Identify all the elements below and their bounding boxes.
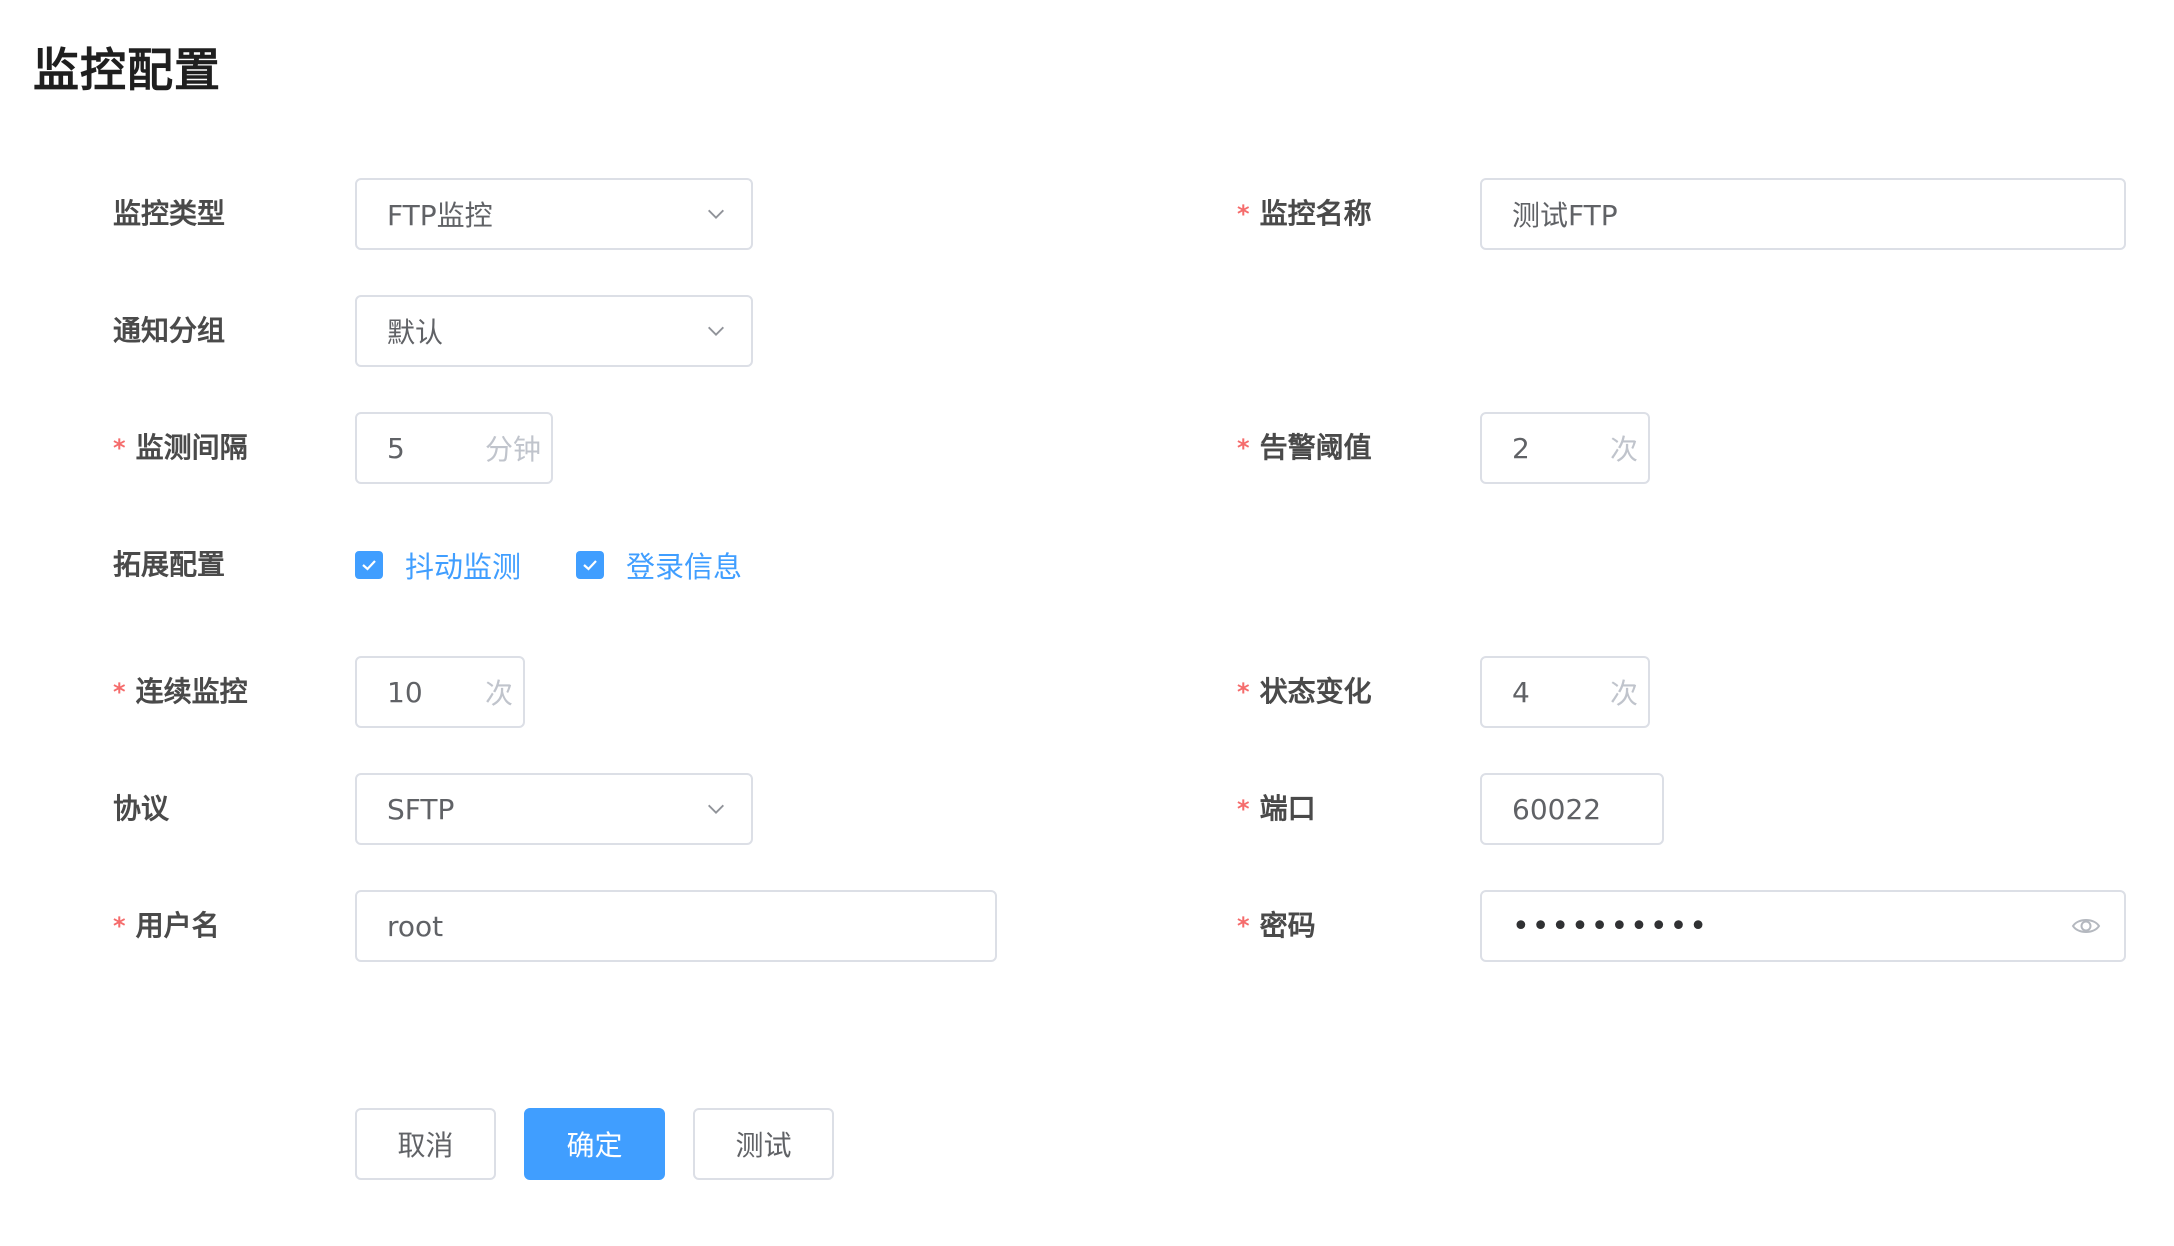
chevron-down-icon <box>708 804 724 814</box>
jitter-monitor-checkbox[interactable]: 抖动监测 <box>355 545 521 585</box>
alert-threshold-label: * 告警阈值 <box>1237 428 1372 468</box>
monitor-name-label: * 监控名称 <box>1237 194 1372 234</box>
required-mark: * <box>1237 678 1250 706</box>
notify-group-value: 默认 <box>387 316 444 349</box>
port-input[interactable]: 60022 <box>1480 773 1664 845</box>
alert-threshold-unit: 次 <box>1609 433 1638 466</box>
state-change-unit: 次 <box>1609 677 1638 710</box>
cancel-button[interactable]: 取消 <box>355 1108 496 1180</box>
interval-label-text: 监测间隔 <box>135 431 248 464</box>
password-label: * 密码 <box>1237 906 1316 946</box>
monitor-name-value: 测试FTP <box>1512 199 1618 232</box>
state-change-input[interactable]: 4 次 <box>1480 656 1650 728</box>
port-value: 60022 <box>1512 792 1602 826</box>
protocol-select[interactable]: SFTP <box>355 773 753 845</box>
username-label-text: 用户名 <box>135 909 220 942</box>
extended-config-label: 拓展配置 <box>113 548 226 581</box>
protocol-label: 协议 <box>113 792 170 825</box>
monitor-type-select[interactable]: FTP监控 <box>355 178 753 250</box>
password-input[interactable]: •••••••••• <box>1480 890 2126 962</box>
required-mark: * <box>1237 795 1250 823</box>
username-label: * 用户名 <box>113 906 220 946</box>
required-mark: * <box>1237 912 1250 940</box>
port-label: * 端口 <box>1237 789 1316 829</box>
consecutive-label-text: 连续监控 <box>135 675 248 708</box>
consecutive-label: * 连续监控 <box>113 672 248 712</box>
port-label-text: 端口 <box>1259 792 1316 825</box>
alert-threshold-label-text: 告警阈值 <box>1259 431 1372 464</box>
login-info-checkbox[interactable]: 登录信息 <box>576 545 742 585</box>
password-label-text: 密码 <box>1259 909 1316 942</box>
check-icon[interactable] <box>576 551 604 579</box>
interval-input[interactable]: 5 分钟 <box>355 412 553 484</box>
required-mark: * <box>113 434 126 462</box>
login-info-label[interactable]: 登录信息 <box>626 544 742 586</box>
required-mark: * <box>113 912 126 940</box>
alert-threshold-input[interactable]: 2 次 <box>1480 412 1650 484</box>
check-icon[interactable] <box>355 551 383 579</box>
notify-group-select[interactable]: 默认 <box>355 295 753 367</box>
monitor-name-label-text: 监控名称 <box>1259 197 1372 230</box>
required-mark: * <box>113 678 126 706</box>
consecutive-value: 10 <box>387 675 423 709</box>
test-button[interactable]: 测试 <box>693 1108 834 1180</box>
alert-threshold-value: 2 <box>1512 431 1530 465</box>
consecutive-unit: 次 <box>484 677 513 710</box>
consecutive-input[interactable]: 10 次 <box>355 656 525 728</box>
interval-unit: 分钟 <box>484 433 541 466</box>
jitter-monitor-label[interactable]: 抖动监测 <box>405 544 521 586</box>
required-mark: * <box>1237 200 1250 228</box>
monitor-type-label: 监控类型 <box>113 197 226 230</box>
chevron-down-icon <box>708 326 724 336</box>
required-mark: * <box>1237 434 1250 462</box>
state-change-value: 4 <box>1512 675 1530 709</box>
interval-label: * 监测间隔 <box>113 428 248 468</box>
state-change-label: * 状态变化 <box>1237 672 1372 712</box>
monitor-type-value: FTP监控 <box>387 199 493 232</box>
confirm-button[interactable]: 确定 <box>524 1108 665 1180</box>
eye-icon[interactable] <box>2070 910 2102 942</box>
page-title: 监控配置 <box>33 43 221 97</box>
interval-value: 5 <box>387 431 405 465</box>
username-value: root <box>387 909 444 943</box>
chevron-down-icon <box>708 209 724 219</box>
state-change-label-text: 状态变化 <box>1259 675 1372 708</box>
protocol-value: SFTP <box>387 792 455 826</box>
username-input[interactable]: root <box>355 890 997 962</box>
monitor-name-input[interactable]: 测试FTP <box>1480 178 2126 250</box>
password-value: •••••••••• <box>1512 908 1709 944</box>
notify-group-label: 通知分组 <box>113 314 226 347</box>
